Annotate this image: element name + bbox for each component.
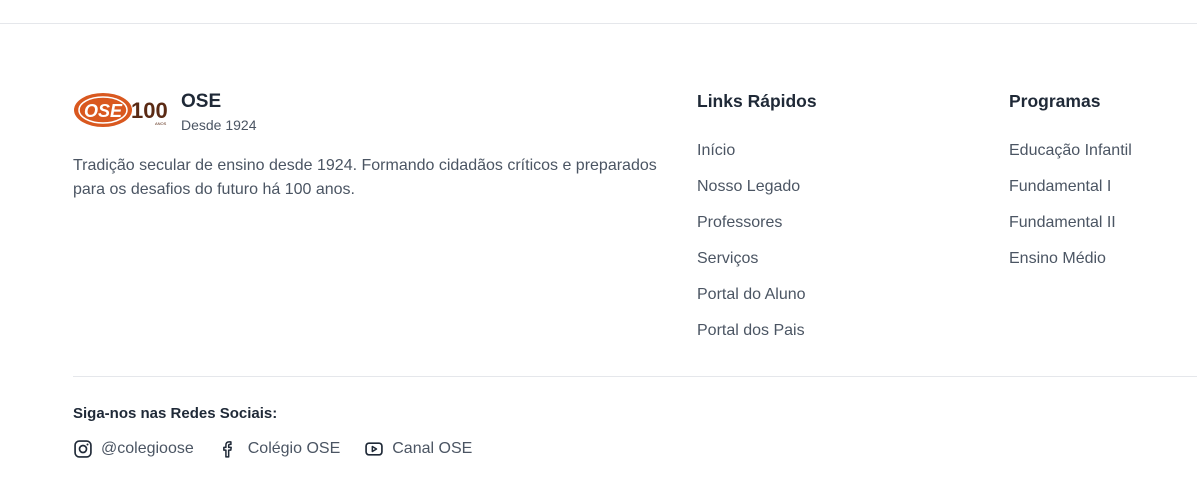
svg-text:100: 100 (131, 98, 168, 123)
footer-brand: OSE 100 ANOS OSE Desde 1924 Tradição sec… (73, 88, 673, 202)
programs-title: Programas (1009, 91, 1101, 111)
quick-links-list: Início Nosso Legado Professores Serviços… (697, 139, 817, 343)
brand-header: OSE 100 ANOS OSE Desde 1924 (73, 88, 673, 135)
svg-text:OSE: OSE (84, 101, 123, 121)
brand-text: OSE Desde 1924 (181, 90, 257, 135)
quick-link-inicio[interactable]: Início (697, 139, 817, 163)
social-link-instagram[interactable]: @colegioose (73, 437, 194, 461)
brand-since: Desde 1924 (181, 117, 257, 133)
quick-link-professores[interactable]: Professores (697, 211, 817, 235)
youtube-icon (365, 442, 383, 456)
social-links: @colegioose Colégio OSE Canal OSE (73, 437, 496, 461)
quick-links-title: Links Rápidos (697, 91, 817, 111)
social-label-youtube: Canal OSE (392, 440, 473, 457)
brand-name: OSE (181, 91, 222, 112)
program-link-fundamental-1[interactable]: Fundamental I (1009, 175, 1132, 199)
quick-link-nosso-legado[interactable]: Nosso Legado (697, 175, 817, 199)
programs-list: Educação Infantil Fundamental I Fundamen… (1009, 139, 1132, 271)
program-link-fundamental-2[interactable]: Fundamental II (1009, 211, 1132, 235)
footer-divider (73, 376, 1197, 377)
program-link-ensino-medio[interactable]: Ensino Médio (1009, 247, 1132, 271)
brand-description: Tradição secular de ensino desde 1924. F… (73, 157, 657, 198)
quick-link-portal-aluno[interactable]: Portal do Aluno (697, 283, 817, 307)
instagram-icon (74, 440, 92, 458)
social-label-facebook: Colégio OSE (247, 440, 341, 457)
quick-link-portal-pais[interactable]: Portal dos Pais (697, 319, 817, 343)
svg-text:ANOS: ANOS (155, 121, 167, 126)
facebook-icon (222, 441, 232, 458)
ose-logo[interactable]: OSE 100 ANOS (73, 88, 171, 134)
social-label-instagram: @colegioose (101, 440, 194, 457)
social-title: Siga-nos nas Redes Sociais: (73, 405, 278, 422)
quick-links-column: Links Rápidos Início Nosso Legado Profes… (697, 88, 817, 355)
social-link-youtube[interactable]: Canal OSE (364, 437, 472, 461)
quick-link-servicos[interactable]: Serviços (697, 247, 817, 271)
programs-column: Programas Educação Infantil Fundamental … (1009, 88, 1132, 283)
top-divider (0, 23, 1197, 24)
social-link-facebook[interactable]: Colégio OSE (218, 437, 341, 461)
program-link-educacao-infantil[interactable]: Educação Infantil (1009, 139, 1132, 163)
